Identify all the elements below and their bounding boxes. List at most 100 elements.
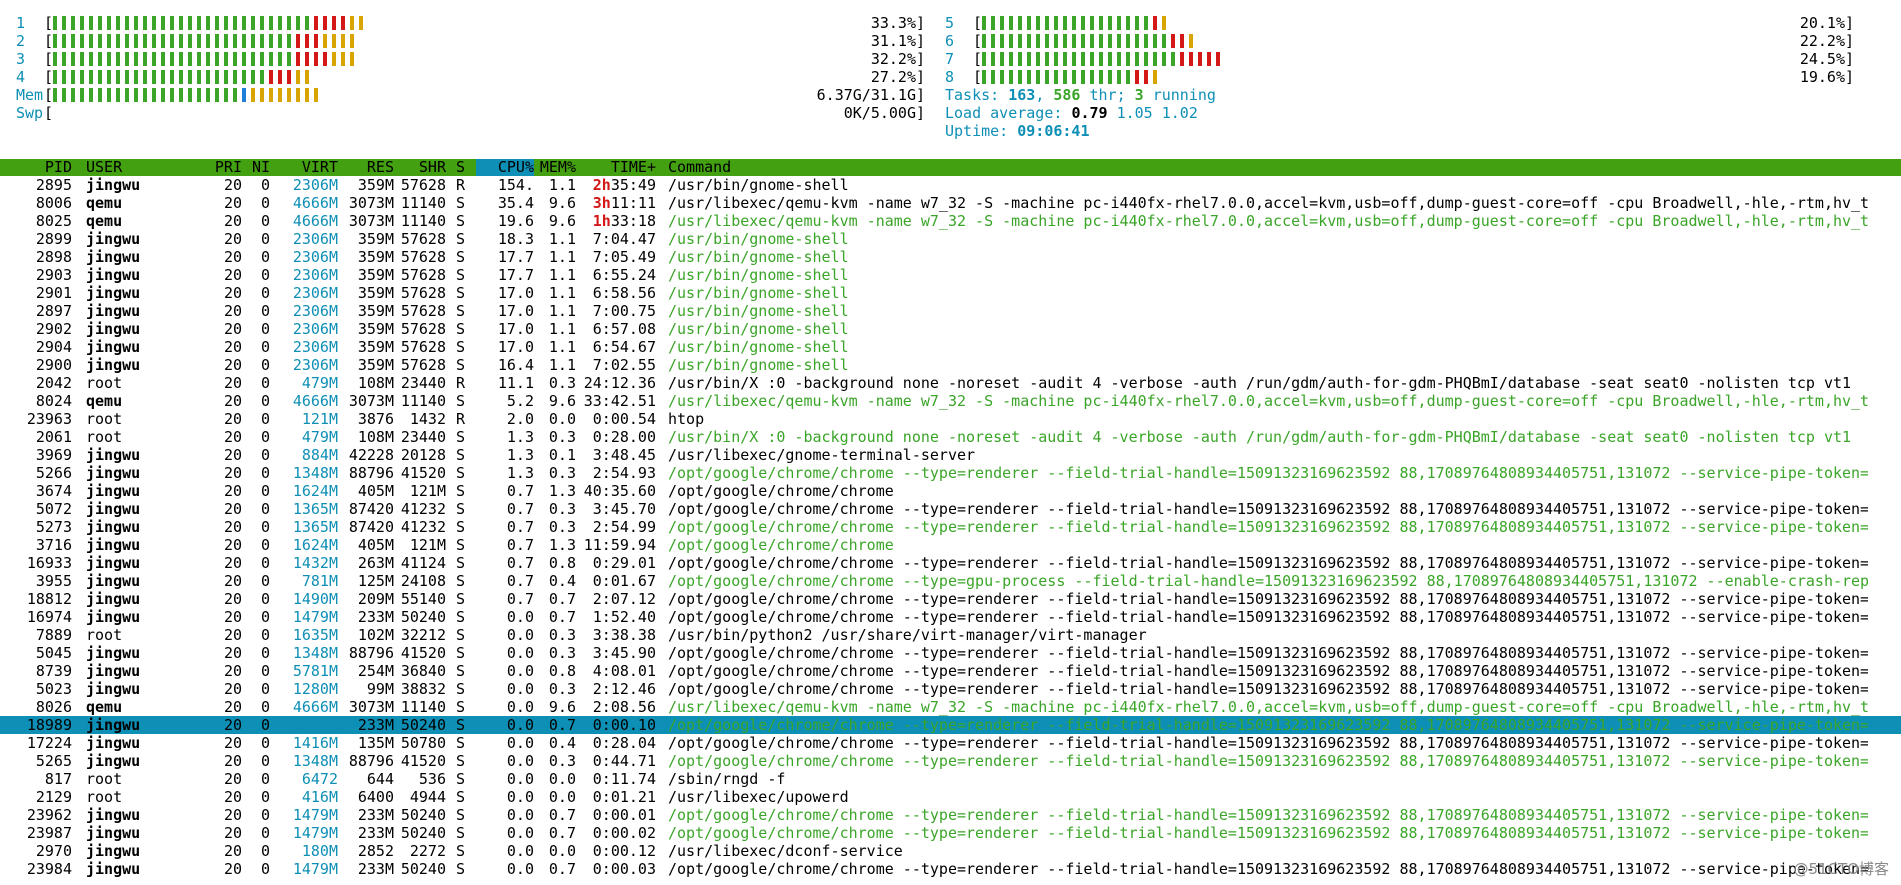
meter-bar-segment <box>71 88 76 102</box>
col-virt[interactable]: VIRT <box>270 159 338 176</box>
meter-bar-segment <box>1162 16 1167 30</box>
mem-cell: 0.3 <box>548 626 576 644</box>
user-cell: jingwu <box>86 338 141 356</box>
shr-cell: 41124 <box>400 554 446 572</box>
process-table[interactable]: PID USER PRI NI VIRT RES SHR S CPU% MEM%… <box>0 159 1901 878</box>
table-row[interactable]: 2897 jingwu 20 0 2306M 359M 57628 S 17.0 1.1 7:00.… <box>0 302 1901 320</box>
virt-cell: 1348M <box>292 644 338 662</box>
ni-cell: 0 <box>260 644 270 662</box>
command-cell: /usr/libexec/qemu-kvm -name w7_32 -S -ma… <box>668 698 1868 716</box>
table-row[interactable]: 3716 jingwu 20 0 1624M 405M 121M S 0.7 1.3 11:59.9… <box>0 536 1901 554</box>
col-mem[interactable]: MEM% <box>534 159 576 176</box>
table-row[interactable]: 5072 jingwu 20 0 1365M 87420 41232 S 0.7 0.3 3:45.… <box>0 500 1901 518</box>
mem-cell: 0.8 <box>548 554 576 572</box>
meter-bar-segment <box>1054 16 1059 30</box>
table-row[interactable]: 16974 jingwu 20 0 1479M 233M 50240 S 0.0 0.7 1:52.… <box>0 608 1901 626</box>
meter-bar-segment <box>1153 70 1158 84</box>
table-row[interactable]: 18812 jingwu 20 0 1490M 209M 55140 S 0.7 0.7 2:07.… <box>0 590 1901 608</box>
meter-bar-segment <box>1018 52 1023 66</box>
table-row[interactable]: 3955 jingwu 20 0 781M 125M 24108 S 0.7 0.4 0:01.67… <box>0 572 1901 590</box>
meter-bar-segment <box>1045 16 1050 30</box>
user-cell: jingwu <box>86 734 141 752</box>
pri-cell: 20 <box>223 446 242 464</box>
table-row[interactable]: 5266 jingwu 20 0 1348M 88796 41520 S 1.3 0.3 2:54.… <box>0 464 1901 482</box>
process-rows[interactable]: 2895 jingwu 20 0 2306M 359M 57628 R 154. 1.1 2h35:… <box>0 176 1901 878</box>
meter-bar-segment <box>278 34 283 48</box>
meter-bar-segment <box>53 34 58 48</box>
table-row[interactable]: 2042 root 20 0 479M 108M 23440 R 11.1 0.3 24:12.36… <box>0 374 1901 392</box>
command-cell: /opt/google/chrome/chrome --type=rendere… <box>668 716 1868 734</box>
col-pid[interactable]: PID <box>0 159 72 176</box>
state-cell: S <box>456 482 466 500</box>
res-cell: 135M <box>357 734 394 752</box>
table-row[interactable]: 2970 jingwu 20 0 180M 2852 2272 S 0.0 0.0 0:00.12 /… <box>0 842 1901 860</box>
table-row[interactable]: 23962 jingwu 20 0 1479M 233M 50240 S 0.0 0.7 0:00.… <box>0 806 1901 824</box>
table-row[interactable]: 3969 jingwu 20 0 884M 42228 20128 S 1.3 0.1 3:48.4… <box>0 446 1901 464</box>
meter-bar-segment <box>107 70 112 84</box>
table-row[interactable]: 3674 jingwu 20 0 1624M 405M 121M S 0.7 1.3 40:35.6… <box>0 482 1901 500</box>
col-cpu-sorted[interactable]: CPU% <box>476 159 534 176</box>
col-user[interactable]: USER <box>72 159 194 176</box>
ni-cell: 0 <box>260 482 270 500</box>
cpu-cell: 0.7 <box>506 518 534 536</box>
table-row[interactable]: 2900 jingwu 20 0 2306M 359M 57628 S 16.4 1.1 7:02.… <box>0 356 1901 374</box>
table-row[interactable]: 2901 jingwu 20 0 2306M 359M 57628 S 17.0 1.1 6:58.… <box>0 284 1901 302</box>
pid-cell: 16974 <box>26 608 72 626</box>
col-state[interactable]: S <box>446 159 476 176</box>
table-row[interactable]: 2903 jingwu 20 0 2306M 359M 57628 S 17.7 1.1 6:55.… <box>0 266 1901 284</box>
table-row[interactable]: 2899 jingwu 20 0 2306M 359M 57628 S 18.3 1.1 7:04.… <box>0 230 1901 248</box>
table-row[interactable]: 17224 jingwu 20 0 1416M 135M 50780 S 0.0 0.4 0:28.… <box>0 734 1901 752</box>
time-cell: 7:04.47 <box>576 230 656 248</box>
table-row[interactable]: 23963 root 20 0 121M 3876 1432 R 2.0 0.0 0:00.54 ht… <box>0 410 1901 428</box>
meter-bar-segment <box>215 16 220 30</box>
table-row[interactable]: 2061 root 20 0 479M 108M 23440 S 1.3 0.3 0:28.00/u… <box>0 428 1901 446</box>
meter-bar-fill <box>982 32 1198 50</box>
meter-bar-segment <box>125 70 130 84</box>
table-row[interactable]: 2898 jingwu 20 0 2306M 359M 57628 S 17.7 1.1 7:05.… <box>0 248 1901 266</box>
meter-bar-segment <box>53 70 58 84</box>
table-row-selected[interactable]: 18989 jingwu 20 0 1479M 233M 50240 S 0.0 0.7 0:00.… <box>0 716 1901 734</box>
table-row[interactable]: 16933 jingwu 20 0 1432M 263M 41124 S 0.7 0.8 0:29.… <box>0 554 1901 572</box>
table-row[interactable]: 7889 root 20 0 1635M 102M 32212 S 0.0 0.3 3:38.38 /… <box>0 626 1901 644</box>
meter-7: 7 [24.5%] <box>945 50 1854 68</box>
table-row[interactable]: 5265 jingwu 20 0 1348M 88796 41520 S 0.0 0.3 0:44.… <box>0 752 1901 770</box>
col-ni[interactable]: NI <box>242 159 270 176</box>
col-shr[interactable]: SHR <box>394 159 446 176</box>
meter-bar-segment <box>982 34 987 48</box>
virt-cell: 2306M <box>292 266 338 284</box>
meter-bar-segment <box>242 16 247 30</box>
table-row[interactable]: 8025 qemu 20 0 4666M 3073M 11140 S 19.6 9.6 1h33:1… <box>0 212 1901 230</box>
table-row[interactable]: 8006 qemu 20 0 4666M 3073M 11140 S 35.4 9.6 3h11:1… <box>0 194 1901 212</box>
table-row[interactable]: 5273 jingwu 20 0 1365M 87420 41232 S 0.7 0.3 2:54.… <box>0 518 1901 536</box>
col-res[interactable]: RES <box>338 159 394 176</box>
table-row[interactable]: 2904 jingwu 20 0 2306M 359M 57628 S 17.0 1.1 6:54.… <box>0 338 1901 356</box>
table-header[interactable]: PID USER PRI NI VIRT RES SHR S CPU% MEM%… <box>0 159 1901 176</box>
table-row[interactable]: 23987 jingwu 20 0 1479M 233M 50240 S 0.0 0.7 0:00.… <box>0 824 1901 842</box>
col-pri[interactable]: PRI <box>194 159 242 176</box>
table-row[interactable]: 8024 qemu 20 0 4666M 3073M 11140 S 5.2 9.6 33:42.5… <box>0 392 1901 410</box>
command-cell: /usr/libexec/qemu-kvm -name w7_32 -S -ma… <box>668 392 1868 410</box>
shr-cell: 57628 <box>400 284 446 302</box>
table-row[interactable]: 8739 jingwu 20 0 5781M 254M 36840 S 0.0 0.8 4:08.0… <box>0 662 1901 680</box>
table-row[interactable]: 2895 jingwu 20 0 2306M 359M 57628 R 154. 1.1 2h35:… <box>0 176 1901 194</box>
table-row[interactable]: 5023 jingwu 20 0 1280M 99M 38832 S 0.0 0.3 2:12.46… <box>0 680 1901 698</box>
meter-bar-segment <box>206 52 211 66</box>
table-row[interactable]: 8026 qemu 20 0 4666M 3073M 11140 S 0.0 9.6 2:08.56… <box>0 698 1901 716</box>
table-row[interactable]: 2902 jingwu 20 0 2306M 359M 57628 S 17.0 1.1 6:57.… <box>0 320 1901 338</box>
tasks-threads: 586 <box>1053 86 1081 104</box>
table-row[interactable]: 5045 jingwu 20 0 1348M 88796 41520 S 0.0 0.3 3:45.… <box>0 644 1901 662</box>
table-row[interactable]: 2129 root 20 0 416M 6400 4944 S 0.0 0.0 0:01.21/us… <box>0 788 1901 806</box>
ni-cell: 0 <box>260 860 270 878</box>
table-row[interactable]: 23984 jingwu 20 0 1479M 233M 50240 S 0.0 0.7 0:00.… <box>0 860 1901 878</box>
res-cell: 359M <box>357 176 394 194</box>
meter-bar-segment <box>233 70 238 84</box>
shr-cell: 121M <box>409 482 446 500</box>
ni-cell: 0 <box>260 374 270 392</box>
cpu-cell: 0.0 <box>506 788 534 806</box>
col-time[interactable]: TIME+ <box>576 159 656 176</box>
virt-cell: 4666M <box>292 392 338 410</box>
state-cell: S <box>456 338 466 356</box>
meter-bar-segment <box>71 34 76 48</box>
table-row[interactable]: 817 root 20 0 6472 644 536 S 0.0 0.0 0:11.74/sbin/… <box>0 770 1901 788</box>
col-command[interactable]: Command <box>656 159 1901 176</box>
